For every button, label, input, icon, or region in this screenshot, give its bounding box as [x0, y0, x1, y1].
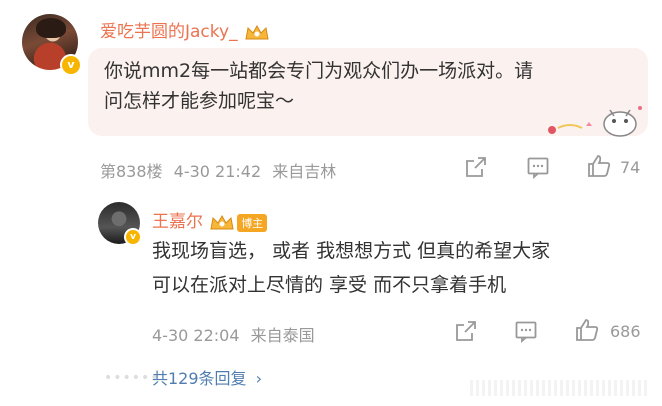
reply-location: 来自泰国: [250, 326, 315, 345]
comment-location: 来自吉林: [272, 162, 337, 181]
comment-text: 你说mm2每一站都会专门为观众们办一场派对。请 问怎样才能参加呢宝～: [104, 56, 533, 116]
username-row: 爱吃芋圆的Jacky_: [100, 17, 271, 43]
username[interactable]: 爱吃芋圆的Jacky_: [100, 22, 238, 42]
share-icon[interactable]: [454, 319, 478, 343]
reply-text: 我现场盲选， 或者 我想想方式 但真的希望大家 可以在派对上尽情的 享受 而不只…: [152, 236, 550, 300]
share-icon[interactable]: [464, 155, 488, 179]
reply-username[interactable]: 王嘉尔: [152, 212, 203, 232]
reply-avatar[interactable]: v: [98, 202, 142, 246]
watermark-decoration: [470, 380, 650, 396]
like-icon[interactable]: [574, 317, 600, 343]
more-replies-label: 共129条回复: [152, 369, 247, 388]
avatar-hair: [36, 18, 66, 38]
reply-text-line: 我现场盲选， 或者 我想想方式 但真的希望大家: [152, 240, 551, 262]
author-badge: 博主: [237, 213, 268, 232]
reply-like-count: 686: [610, 322, 641, 341]
more-replies-link[interactable]: 共129条回复 ›: [152, 365, 262, 389]
comment-time: 4-30 21:42: [173, 162, 262, 181]
reply-time: 4-30 22:04: [152, 326, 240, 345]
comment-icon[interactable]: [526, 155, 550, 179]
comment-meta: 第838楼 4-30 21:42 来自吉林: [100, 158, 336, 182]
reply-meta: 4-30 22:04 来自泰国: [152, 322, 315, 346]
chevron-right-icon: ›: [255, 369, 263, 388]
like-icon[interactable]: [586, 153, 612, 179]
verified-badge-icon: v: [124, 228, 142, 246]
comment-icon[interactable]: [514, 319, 538, 343]
crown-icon: [210, 214, 234, 229]
avatar[interactable]: v: [22, 14, 82, 76]
comment-text-line: 问怎样才能参加呢宝～: [104, 90, 295, 112]
bubble-decoration-icon: [548, 106, 642, 137]
like-count: 74: [620, 158, 641, 177]
comment-text-line: 你说mm2每一站都会专门为观众们办一场派对。请: [104, 60, 534, 82]
floor-number: 第838楼: [100, 162, 163, 181]
reply-username-row: 王嘉尔 博主: [152, 207, 268, 233]
crown-icon: [245, 24, 269, 39]
verified-badge-icon: v: [60, 54, 82, 76]
reply-text-line: 可以在派对上尽情的 享受 而不只拿着手机: [152, 274, 507, 296]
